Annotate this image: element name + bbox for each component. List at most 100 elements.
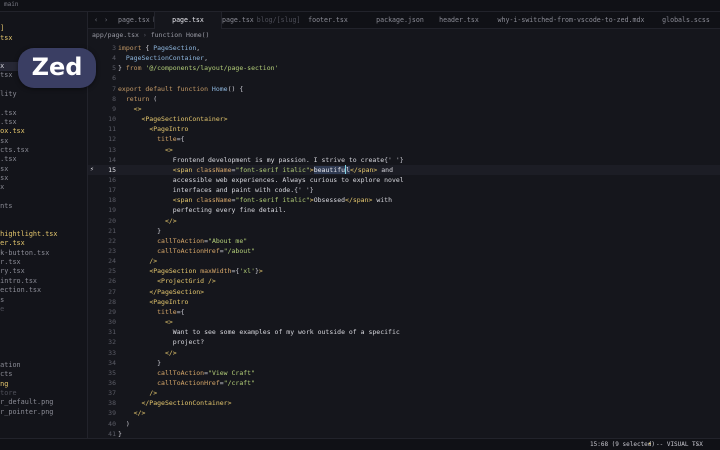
code-line[interactable]: callToAction="View Craft" — [118, 368, 255, 378]
code-line[interactable]: /> — [118, 388, 157, 398]
code-line[interactable]: title={ — [118, 134, 185, 144]
branch-label[interactable]: main — [4, 1, 18, 8]
file-tree-item[interactable]: on.tsx — [0, 109, 17, 118]
editor-tab[interactable]: globals.scss — [652, 12, 720, 29]
file-tree-item[interactable]: iration — [0, 361, 21, 370]
code-line[interactable]: callToActionHref="/about" — [118, 246, 255, 256]
file-tree-item[interactable]: er.tsx — [0, 155, 17, 164]
file-tree-item[interactable]: ers — [0, 296, 4, 305]
code-line[interactable]: } — [118, 226, 161, 236]
code-line[interactable]: <PageIntro — [118, 124, 188, 134]
code-line[interactable]: accessible web experiences. Always curio… — [118, 175, 404, 185]
code-line[interactable]: return ( — [118, 94, 157, 104]
back-arrow-icon[interactable]: ‹ — [94, 12, 98, 29]
cursor-position[interactable]: 15:68 (9 selected) — [590, 439, 655, 450]
code-line[interactable]: perfecting every fine detail. — [118, 205, 287, 215]
code-line[interactable]: callToAction="About me" — [118, 236, 247, 246]
code-editor[interactable]: 3 4 5 6 7 8 9 10 11 12 13 14 ⚡ 15 16 17 18 19 20 21 22 23 24 25… — [88, 42, 720, 438]
code-line[interactable]: <span className="font-serif italic">Obse… — [118, 195, 392, 205]
code-line[interactable]: <PageIntro — [118, 297, 188, 307]
file-tree-item[interactable]: der.tsx — [0, 258, 21, 267]
line-number: 7 — [112, 84, 116, 93]
file-tree-item[interactable]: ting — [0, 380, 8, 389]
code-line[interactable]: </PageSection> — [118, 287, 204, 297]
file-tree-item[interactable]: ack-button.tsx — [0, 249, 49, 258]
code-token: </span> — [345, 196, 373, 205]
file-tree-item[interactable]: ge.tsx — [0, 118, 17, 127]
breadcrumb-symbol[interactable]: function Home() — [151, 31, 210, 39]
code-line[interactable]: PageSectionContainer, — [118, 53, 208, 63]
code-line[interactable]: project? — [118, 337, 204, 347]
code-line[interactable]: </PageSectionContainer> — [118, 398, 231, 408]
file-tree-item[interactable]: ments — [0, 202, 12, 211]
code-line[interactable]: <span className="font-serif italic">beau… — [118, 165, 393, 175]
line-number: 9 — [112, 104, 116, 113]
editor-tab[interactable]: package.json — [372, 12, 428, 29]
code-line[interactable]: <> — [118, 145, 173, 155]
breadcrumb[interactable]: app/page.tsx › function Home() — [88, 29, 720, 42]
code-line[interactable]: callToActionHref="/craft" — [118, 378, 255, 388]
code-line[interactable]: title={ — [118, 307, 184, 317]
forward-arrow-icon[interactable]: › — [104, 12, 108, 29]
code-line[interactable]: import { PageSection, — [118, 43, 200, 53]
code-line[interactable]: ) — [118, 419, 130, 429]
code-line[interactable]: </> — [118, 408, 146, 418]
code-line[interactable]: <PageSectionContainer> — [118, 114, 227, 124]
code-token: > — [258, 267, 263, 276]
file-tree-item[interactable]: ug] — [0, 24, 4, 33]
code-line[interactable]: </> — [118, 216, 177, 226]
file-tree-item[interactable]: e.tsx — [0, 34, 12, 43]
file-tree-item[interactable]: .tsx — [0, 137, 8, 146]
diagnostics-indicator[interactable]: • — [648, 439, 652, 450]
zed-logo: Zed — [18, 48, 96, 88]
code-line[interactable]: /> — [118, 256, 157, 266]
file-tree-item[interactable]: jects — [0, 370, 12, 379]
code-token: project? — [172, 338, 205, 347]
file-tree-item[interactable]: sor_pointer.png — [0, 408, 53, 417]
file-tree-item[interactable]: .tsx — [0, 174, 8, 183]
file-tree-item[interactable]: sor_default.png — [0, 398, 53, 407]
editor-tab[interactable]: page.tsxblog — [118, 12, 169, 29]
file-tree-item[interactable]: -section.tsx — [0, 286, 41, 295]
file-tree-item[interactable]: bility — [0, 90, 17, 99]
editor-tab[interactable]: why-i-switched-from-vscode-to-zed.mdx — [490, 12, 652, 29]
editor-tab[interactable]: header.tsx — [428, 12, 490, 29]
code-token: perfecting every fine detail. — [172, 206, 287, 215]
code-line[interactable]: export default function Home() { — [118, 84, 243, 94]
editor-tab[interactable]: footer.tsx — [284, 12, 372, 29]
code-token: /> — [149, 257, 158, 266]
code-line[interactable]: <> — [118, 317, 173, 327]
file-tree-item[interactable]: ule — [0, 305, 4, 314]
code-token: ={ — [176, 135, 185, 144]
code-line[interactable]: <ProjectGrid /> — [118, 276, 216, 286]
breadcrumb-path[interactable]: app/page.tsx — [92, 31, 139, 39]
code-token: "font-serif italic" — [235, 196, 310, 205]
file-tree-item[interactable]: e-intro.tsx — [0, 277, 37, 286]
code-line[interactable]: Want to see some examples of my work out… — [118, 327, 400, 337]
language-selector[interactable]: TSX — [692, 439, 703, 450]
file-tree-item[interactable]: tsx — [0, 183, 4, 192]
code-token: <> — [164, 318, 173, 327]
file-tree-item[interactable]: tbox.tsx — [0, 127, 25, 136]
code-token: } — [118, 64, 126, 73]
file-tree-item[interactable]: oter.tsx — [0, 239, 25, 248]
editor-tab[interactable]: page.tsx — [154, 12, 222, 29]
file-tree-item[interactable]: jects.tsx — [0, 146, 29, 155]
code-line[interactable]: } — [118, 358, 161, 368]
file-tree-item[interactable]: e-hightlight.tsx — [0, 230, 57, 239]
code-line[interactable]: interfaces and paint with code.{' '} — [118, 185, 314, 195]
code-line[interactable]: <> — [118, 104, 142, 114]
code-line[interactable]: Frontend development is my passion. I st… — [118, 155, 404, 165]
file-tree-item[interactable]: onry.tsx — [0, 267, 25, 276]
code-line[interactable]: } from '@/components/layout/page-section… — [118, 63, 278, 73]
code-line[interactable]: </> — [118, 348, 177, 358]
file-tree-item[interactable]: _Store — [0, 389, 17, 398]
file-tree-item[interactable]: .tsx — [0, 165, 8, 174]
file-tree-item[interactable]: e.tsx — [0, 71, 12, 80]
editor-tab[interactable]: page.tsx blog/[slug] — [222, 12, 300, 29]
code-line[interactable]: <PageSection maxWidth={'xl'}> — [118, 266, 263, 276]
